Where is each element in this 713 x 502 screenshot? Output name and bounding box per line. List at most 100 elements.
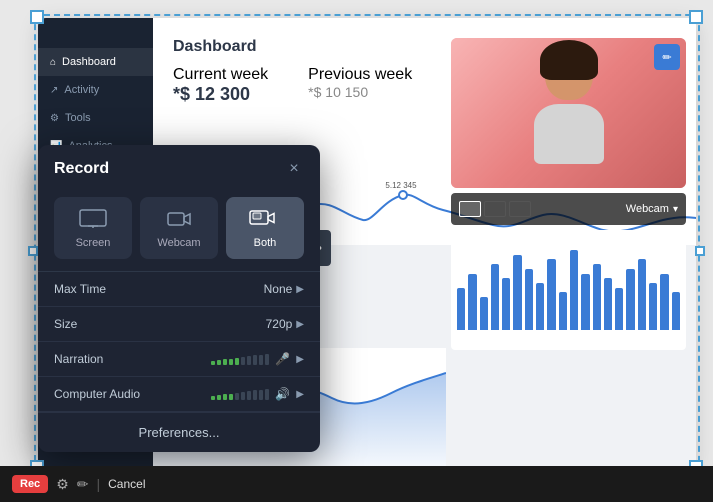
webcam-preview: ✏	[451, 38, 686, 188]
person-hair	[540, 40, 598, 80]
computer-audio-volume-bar	[211, 388, 269, 400]
settings-row-computer-audio: Computer Audio 🔊 ▶	[38, 377, 320, 412]
record-dialog: Record × Screen Webcam	[38, 145, 320, 452]
current-value: *$ 12 300	[173, 84, 268, 105]
both-icon	[249, 207, 281, 231]
size-label: Size	[54, 317, 266, 331]
bar-item	[480, 297, 488, 330]
bottom-bar: Rec ⚙ ✏ | Cancel	[0, 466, 713, 502]
narration-label: Narration	[54, 352, 211, 366]
volume-segment	[217, 395, 221, 400]
webcam-mode-label: Webcam	[157, 237, 200, 249]
close-button[interactable]: ×	[284, 159, 304, 179]
narration-mic-icon: 🎤	[275, 352, 290, 366]
previous-value: *$ 10 150	[308, 84, 412, 100]
cancel-button[interactable]: Cancel	[108, 477, 145, 491]
bar-item	[660, 274, 668, 330]
bar-item	[570, 250, 578, 330]
side-handle-ml[interactable]	[28, 246, 38, 256]
volume-segment	[223, 359, 227, 365]
volume-segment	[253, 390, 257, 400]
bar-item	[604, 278, 612, 330]
prev-week-metric: Previous week *$ 10 150	[308, 66, 412, 105]
bar-item	[547, 259, 555, 330]
person-silhouette	[519, 48, 619, 188]
volume-segment	[265, 354, 269, 365]
svg-text:5.12 345: 5.12 345	[385, 181, 417, 190]
bar-item	[649, 283, 657, 330]
bar-item	[593, 264, 601, 330]
pencil-icon[interactable]: ✏	[77, 476, 89, 493]
webcam-source-options	[459, 201, 562, 217]
volume-segment	[211, 396, 215, 400]
current-week-metric: Current week *$ 12 300	[173, 66, 268, 105]
volume-segment	[241, 357, 245, 365]
mode-both-button[interactable]: Both	[226, 197, 304, 259]
volume-segment	[247, 391, 251, 400]
volume-segment	[253, 355, 257, 365]
settings-icon[interactable]: ⚙	[56, 476, 69, 493]
mode-screen-button[interactable]: Screen	[54, 197, 132, 259]
size-arrow[interactable]: ▶	[296, 319, 304, 330]
bar-item	[525, 269, 533, 330]
record-title: Record	[54, 160, 109, 178]
volume-segment	[223, 394, 227, 400]
volume-segment	[241, 392, 245, 400]
bar-item	[559, 292, 567, 330]
sidebar-item-activity[interactable]: ↗ Activity	[38, 76, 153, 104]
computer-audio-label: Computer Audio	[54, 387, 211, 401]
narration-arrow[interactable]: ▶	[296, 354, 304, 365]
volume-segment	[259, 355, 263, 365]
bar-item	[672, 292, 680, 330]
mode-webcam-button[interactable]: Webcam	[140, 197, 218, 259]
bar-item	[638, 259, 646, 330]
webcam-label: Webcam	[566, 203, 669, 215]
volume-segment	[247, 356, 251, 365]
corner-handle-tl[interactable]	[30, 10, 44, 24]
webcam-source-both[interactable]	[509, 201, 531, 217]
bar-item	[502, 278, 510, 330]
bar-item	[626, 269, 634, 330]
volume-segment	[235, 358, 239, 365]
side-handle-mr[interactable]	[695, 246, 705, 256]
sidebar-item-dashboard[interactable]: ⌂ Dashboard	[38, 48, 153, 76]
maxtime-arrow[interactable]: ▶	[296, 284, 304, 295]
volume-segment	[229, 359, 233, 365]
screen-icon	[77, 207, 109, 231]
webcam-source-screen[interactable]	[459, 201, 481, 217]
edit-icon: ✏	[662, 51, 671, 64]
volume-segment	[259, 390, 263, 400]
volume-segment	[217, 360, 221, 365]
webcam-image	[451, 38, 686, 188]
separator: |	[96, 476, 100, 492]
webcam-source-bar: Webcam ▾	[451, 193, 686, 225]
corner-handle-tr[interactable]	[689, 10, 703, 24]
bar-item	[513, 255, 521, 330]
bar-item	[457, 288, 465, 330]
preferences-button[interactable]: Preferences...	[38, 412, 320, 452]
screen-mode-label: Screen	[76, 237, 111, 249]
rec-badge: Rec	[12, 475, 48, 493]
bar-chart-area	[451, 230, 686, 350]
bar-item	[536, 283, 544, 330]
volume-segment	[229, 394, 233, 400]
sidebar-item-tools[interactable]: ⚙ Tools	[38, 104, 153, 132]
volume-segment	[265, 389, 269, 400]
volume-segment	[211, 361, 215, 365]
computer-audio-arrow[interactable]: ▶	[296, 389, 304, 400]
maxtime-value: None	[264, 282, 293, 296]
narration-volume-bar	[211, 353, 269, 365]
webcam-dropdown-arrow[interactable]: ▾	[673, 204, 678, 215]
settings-row-size: Size 720p ▶	[38, 307, 320, 342]
bar-item	[615, 288, 623, 330]
webcam-source-webcam[interactable]	[484, 201, 506, 217]
size-value: 720p	[266, 317, 293, 331]
settings-row-maxtime: Max Time None ▶	[38, 272, 320, 307]
webcam-icon	[163, 207, 195, 231]
person-head	[545, 48, 593, 100]
webcam-edit-button[interactable]: ✏	[654, 44, 680, 70]
computer-audio-speaker-icon: 🔊	[275, 387, 290, 401]
settings-row-narration: Narration 🎤 ▶	[38, 342, 320, 377]
record-header: Record ×	[38, 145, 320, 189]
both-mode-label: Both	[254, 237, 277, 249]
